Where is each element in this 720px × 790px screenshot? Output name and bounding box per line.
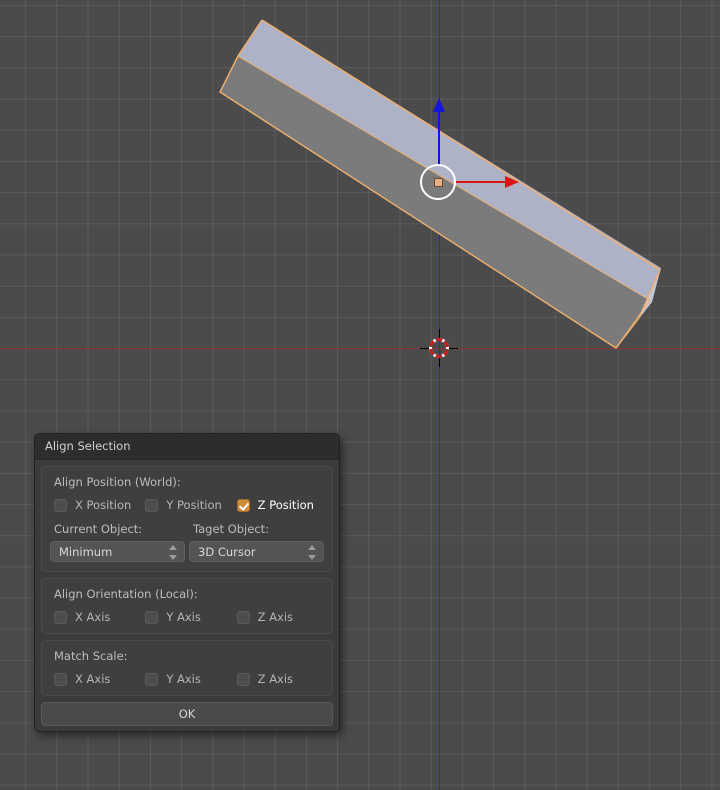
checkbox-label-z-position: Z Position <box>257 498 314 512</box>
chevron-down-icon <box>169 555 177 560</box>
align-orientation-section: Align Orientation (Local): X Axis Y Axis… <box>41 578 333 634</box>
checkbox-label-scale-x-axis: X Axis <box>75 672 111 686</box>
current-object-dropdown[interactable]: Minimum <box>50 541 185 562</box>
chevron-down-icon <box>308 555 316 560</box>
checkbox-scale-x-axis[interactable]: X Axis <box>50 672 141 686</box>
checkbox-label-orientation-z-axis: Z Axis <box>257 610 294 624</box>
target-object-label: Taget Object: <box>193 522 270 536</box>
align-position-section: Align Position (World): X Position Y Pos… <box>41 466 333 572</box>
stepper-arrows-icon[interactable] <box>308 545 317 560</box>
3d-cursor-crosshair-bottom <box>438 358 440 367</box>
checkbox-label-orientation-x-axis: X Axis <box>75 610 111 624</box>
checkbox-box-scale-z-axis[interactable] <box>236 672 250 686</box>
target-object-group: Taget Object: 3D Cursor <box>189 522 324 562</box>
align-selection-dialog[interactable]: Align Selection Align Position (World): … <box>34 433 340 732</box>
checkbox-x-position[interactable]: X Position <box>50 498 141 512</box>
3d-cursor-crosshair-top <box>438 329 440 338</box>
checkbox-scale-z-axis[interactable]: Z Axis <box>233 672 324 686</box>
current-object-group: Current Object: Minimum <box>50 522 185 562</box>
current-object-value: Minimum <box>59 544 113 559</box>
checkbox-box-z-position[interactable] <box>236 498 250 512</box>
checkbox-box-scale-x-axis[interactable] <box>54 672 67 686</box>
checkbox-label-orientation-y-axis: Y Axis <box>166 610 201 624</box>
target-object-dropdown[interactable]: 3D Cursor <box>189 541 324 562</box>
target-object-value: 3D Cursor <box>198 544 256 559</box>
align-orientation-checkbox-row: X Axis Y Axis Z Axis <box>42 610 332 624</box>
object-fields-row: Current Object: Minimum Taget Object: 3D… <box>42 522 332 562</box>
checkbox-label-x-position: X Position <box>75 498 132 512</box>
align-position-label: Align Position (World): <box>54 475 181 489</box>
z-axis-arrow-shaft[interactable] <box>438 108 440 166</box>
3d-cursor-icon[interactable] <box>419 328 459 368</box>
checkbox-box-scale-y-axis[interactable] <box>145 672 159 686</box>
object-origin-point[interactable] <box>434 178 443 187</box>
align-position-checkbox-row: X Position Y Position Z Position <box>42 498 332 512</box>
checkbox-scale-y-axis[interactable]: Y Axis <box>141 672 232 686</box>
checkbox-orientation-y-axis[interactable]: Y Axis <box>141 610 232 624</box>
checkbox-box-orientation-x-axis[interactable] <box>54 610 67 624</box>
x-axis-arrow-head[interactable] <box>505 176 519 188</box>
match-scale-label: Match Scale: <box>54 649 128 663</box>
z-axis-arrow-head[interactable] <box>433 98 445 112</box>
checkbox-orientation-z-axis[interactable]: Z Axis <box>233 610 324 624</box>
x-axis-arrow-shaft[interactable] <box>456 181 510 183</box>
checkbox-box-x-position[interactable] <box>54 498 67 512</box>
checkbox-box-orientation-z-axis[interactable] <box>236 610 250 624</box>
checkbox-label-y-position: Y Position <box>166 498 222 512</box>
dialog-title: Align Selection <box>35 434 339 460</box>
checkbox-orientation-x-axis[interactable]: X Axis <box>50 610 141 624</box>
checkbox-box-orientation-y-axis[interactable] <box>145 610 159 624</box>
checkbox-y-position[interactable]: Y Position <box>141 498 232 512</box>
checkbox-label-scale-z-axis: Z Axis <box>257 672 294 686</box>
checkbox-z-position[interactable]: Z Position <box>233 498 324 512</box>
current-object-label: Current Object: <box>54 522 143 536</box>
chevron-up-icon <box>308 545 316 550</box>
ok-button[interactable]: OK <box>41 702 333 726</box>
checkbox-box-y-position[interactable] <box>145 498 159 512</box>
3d-cursor-crosshair-right <box>449 347 458 349</box>
chevron-up-icon <box>169 545 177 550</box>
3d-cursor-crosshair-left <box>420 347 429 349</box>
stepper-arrows-icon[interactable] <box>169 545 178 560</box>
align-orientation-label: Align Orientation (Local): <box>54 587 198 601</box>
match-scale-section: Match Scale: X Axis Y Axis Z Axis <box>41 640 333 696</box>
checkbox-label-scale-y-axis: Y Axis <box>166 672 201 686</box>
match-scale-checkbox-row: X Axis Y Axis Z Axis <box>42 672 332 686</box>
